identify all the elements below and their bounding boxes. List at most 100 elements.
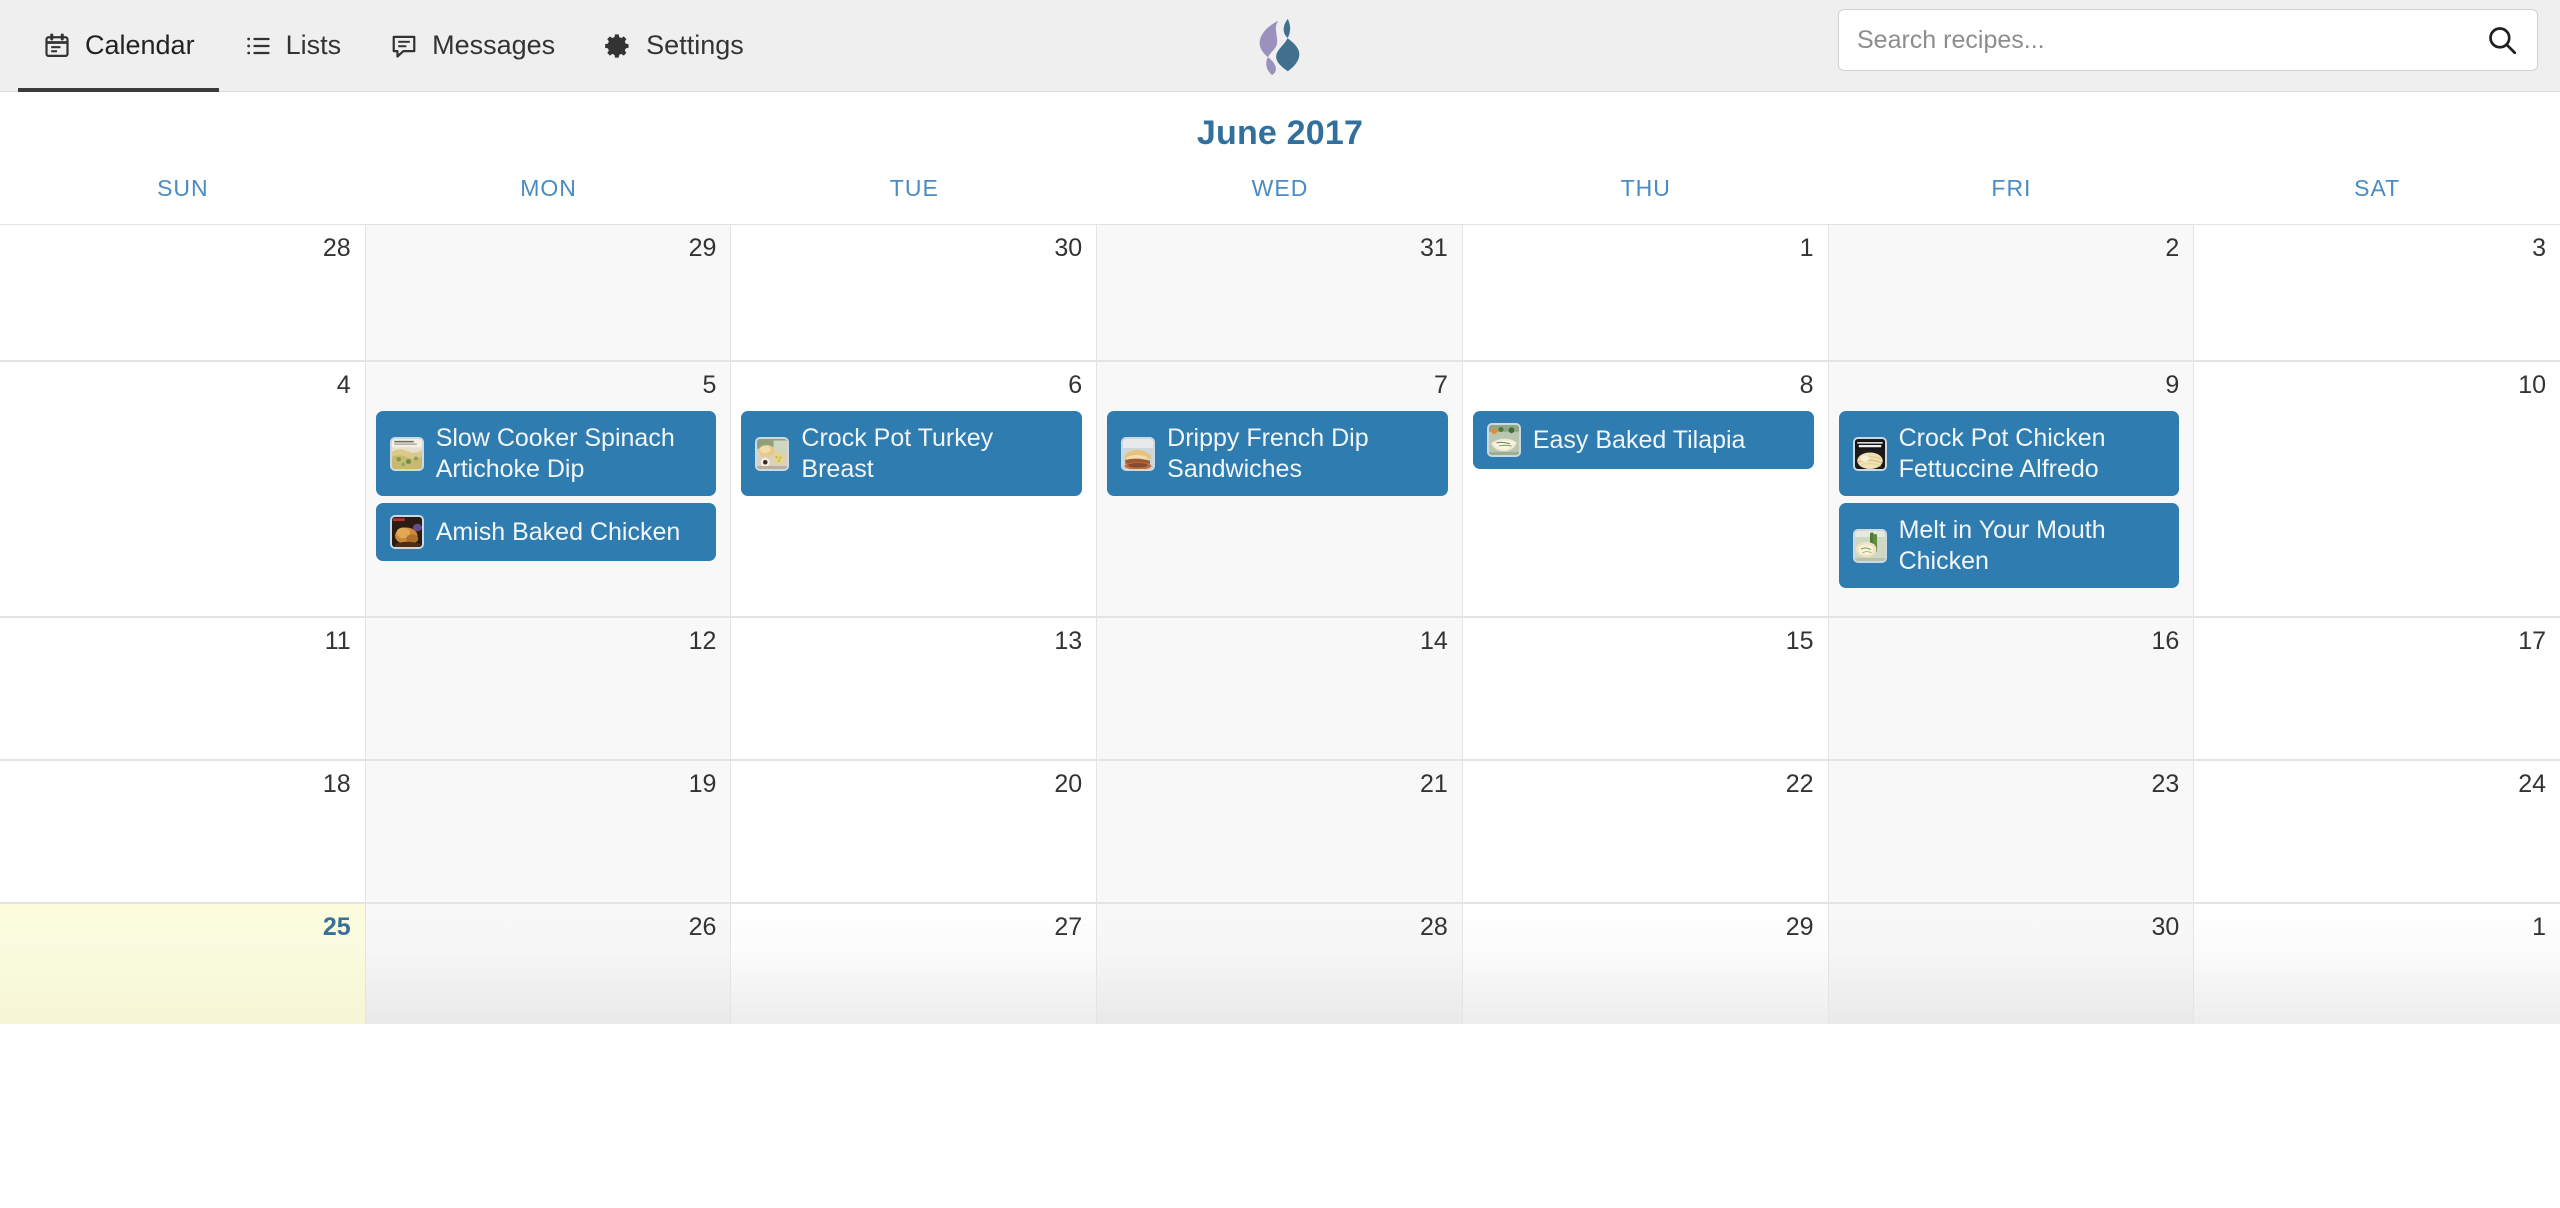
day-number: 7 [1433,371,1448,399]
calendar-week-row: 28 29 30 31 1 2 3 [0,225,2560,362]
recipe-event-title: Amish Baked Chicken [435,517,681,546]
calendar-day-cell[interactable]: 28 [1097,904,1463,1024]
day-number: 14 [1420,627,1448,655]
tab-messages[interactable]: Messages [365,0,579,92]
day-number: 23 [2151,770,2180,798]
calendar-day-cell[interactable]: 19 [365,761,732,902]
day-number: 26 [688,913,717,941]
calendar-day-cell[interactable]: 18 [0,761,366,902]
calendar-day-cell[interactable]: 20 [731,761,1098,902]
calendar-day-cell[interactable]: 10 [2194,362,2560,616]
calendar-day-cell[interactable]: 3 [2194,225,2560,360]
calendar-day-cell[interactable]: 24 [2194,761,2560,902]
recipe-event[interactable]: Slow Cooker Spinach Artichoke Dip [375,411,717,496]
top-navigation-bar: Calendar Lists Messages Settings [0,0,2560,92]
calendar-day-cell[interactable]: 25 [0,904,366,1024]
day-event-list: Slow Cooker Spinach Artichoke Dip Amish … [375,411,721,561]
tab-label: Messages [432,30,556,60]
page-title: June 2017 [1196,114,1364,152]
calendar-day-cell[interactable]: 29 [1462,904,1829,1024]
recipe-event[interactable]: Melt in Your Mouth Chicken [1838,503,2180,588]
calendar-day-cell[interactable]: 27 [731,904,1098,1024]
calendar-day-cell[interactable]: 22 [1462,761,1829,902]
search-button[interactable] [2483,21,2521,59]
day-number: 10 [2518,371,2546,399]
day-event-list: Easy Baked Tilapia [1472,411,1818,469]
calendar-day-cell[interactable]: 12 [365,618,732,759]
calendar-day-cell[interactable]: 15 [1462,618,1829,759]
day-number: 30 [2151,913,2180,941]
tab-label: Settings [646,30,744,60]
calendar-day-cell[interactable]: 23 [1828,761,2195,902]
day-number: 28 [322,234,351,262]
calendar-day-cell[interactable]: 7 Drippy French Dip Sandwiches [1097,362,1463,616]
day-number: 24 [2518,770,2546,798]
chicken-fettuccine-alfredo-thumb [1852,436,1887,471]
day-number: 28 [1420,913,1448,941]
calendar-day-cell[interactable]: 8 Easy Baked Tilapia [1462,362,1829,616]
calendar-day-cell[interactable]: 16 [1828,618,2195,759]
day-number: 2 [2165,234,2180,262]
day-number: 25 [322,913,351,941]
weekday-header-wed: WED [1251,175,1309,201]
calendar-day-cell[interactable]: 9 Crock Pot Chicken Fettuccine Alfredo M… [1828,362,2195,616]
calendar-day-cell[interactable]: 2 [1828,225,2195,360]
calendar-day-cell[interactable]: 29 [365,225,732,360]
calendar-day-cell[interactable]: 4 [0,362,366,616]
weekday-header-thu: THU [1620,175,1671,201]
recipe-event-title: Crock Pot Chicken Fettuccine Alfredo [1898,424,2106,483]
calendar-day-cell[interactable]: 11 [0,618,366,759]
calendar-icon [42,31,72,61]
recipe-event[interactable]: Crock Pot Turkey Breast [741,411,1083,496]
day-number: 19 [688,770,717,798]
calendar-week-row: 11 12 13 14 15 16 17 [0,618,2560,761]
melt-in-your-mouth-chicken-thumb [1852,528,1887,563]
day-number: 6 [1068,371,1083,399]
easy-baked-tilapia-thumb [1486,423,1521,457]
calendar-week-row: 18 19 20 21 22 23 24 [0,761,2560,904]
calendar-day-cell[interactable]: 21 [1097,761,1463,902]
calendar-day-cell[interactable]: 5 Slow Cooker Spinach Artichoke Dip Amis… [365,362,732,616]
day-number: 29 [688,234,717,262]
search-bar[interactable] [1838,9,2538,71]
calendar-day-cell[interactable]: 30 [1828,904,2195,1024]
recipe-event-title: Easy Baked Tilapia [1532,425,1746,454]
recipe-event-title: Slow Cooker Spinach Artichoke Dip [435,424,675,483]
weekday-header-sun: SUN [157,175,209,201]
calendar-day-cell[interactable]: 6 Crock Pot Turkey Breast [731,362,1098,616]
weekday-header-fri: FRI [1991,175,2032,201]
calendar-day-cell[interactable]: 30 [731,225,1098,360]
day-number: 11 [324,627,351,655]
recipe-event[interactable]: Easy Baked Tilapia [1472,411,1814,469]
weekday-header-sat: SAT [2354,175,2401,201]
calendar-day-cell[interactable]: 13 [731,618,1098,759]
day-number: 21 [1420,770,1448,798]
weekday-header-row: SUN MON TUE WED THU FRI SAT [0,171,2560,225]
calendar-day-cell[interactable]: 26 [365,904,732,1024]
calendar-day-cell[interactable]: 17 [2194,618,2560,759]
tab-calendar[interactable]: Calendar [18,0,219,92]
tab-settings[interactable]: Settings [579,0,768,92]
calendar-day-cell[interactable]: 31 [1097,225,1463,360]
list-icon [243,31,273,61]
recipe-event[interactable]: Crock Pot Chicken Fettuccine Alfredo [1838,411,2180,496]
day-number: 12 [688,627,717,655]
day-number: 5 [702,371,717,399]
calendar-day-cell[interactable]: 1 [1462,225,1829,360]
weekday-header-mon: MON [520,175,577,201]
calendar-day-cell[interactable]: 28 [0,225,366,360]
tab-lists[interactable]: Lists [219,0,366,92]
day-number: 1 [1799,234,1814,262]
recipe-event[interactable]: Amish Baked Chicken [375,503,717,561]
crock-pot-turkey-breast-thumb [755,436,790,471]
nav-tab-list: Calendar Lists Messages Settings [0,0,768,92]
calendar-day-cell[interactable]: 1 [2194,904,2560,1024]
day-number: 15 [1785,627,1814,655]
search-input[interactable] [1857,10,2483,70]
calendar-week-row: 4 5 Slow Cooker Spinach Artichoke Dip Ami… [0,362,2560,618]
weekday-header-tue: TUE [889,175,939,201]
recipe-event[interactable]: Drippy French Dip Sandwiches [1107,411,1448,496]
day-number: 30 [1054,234,1083,262]
calendar-day-cell[interactable]: 14 [1097,618,1463,759]
gear-icon [603,31,633,61]
